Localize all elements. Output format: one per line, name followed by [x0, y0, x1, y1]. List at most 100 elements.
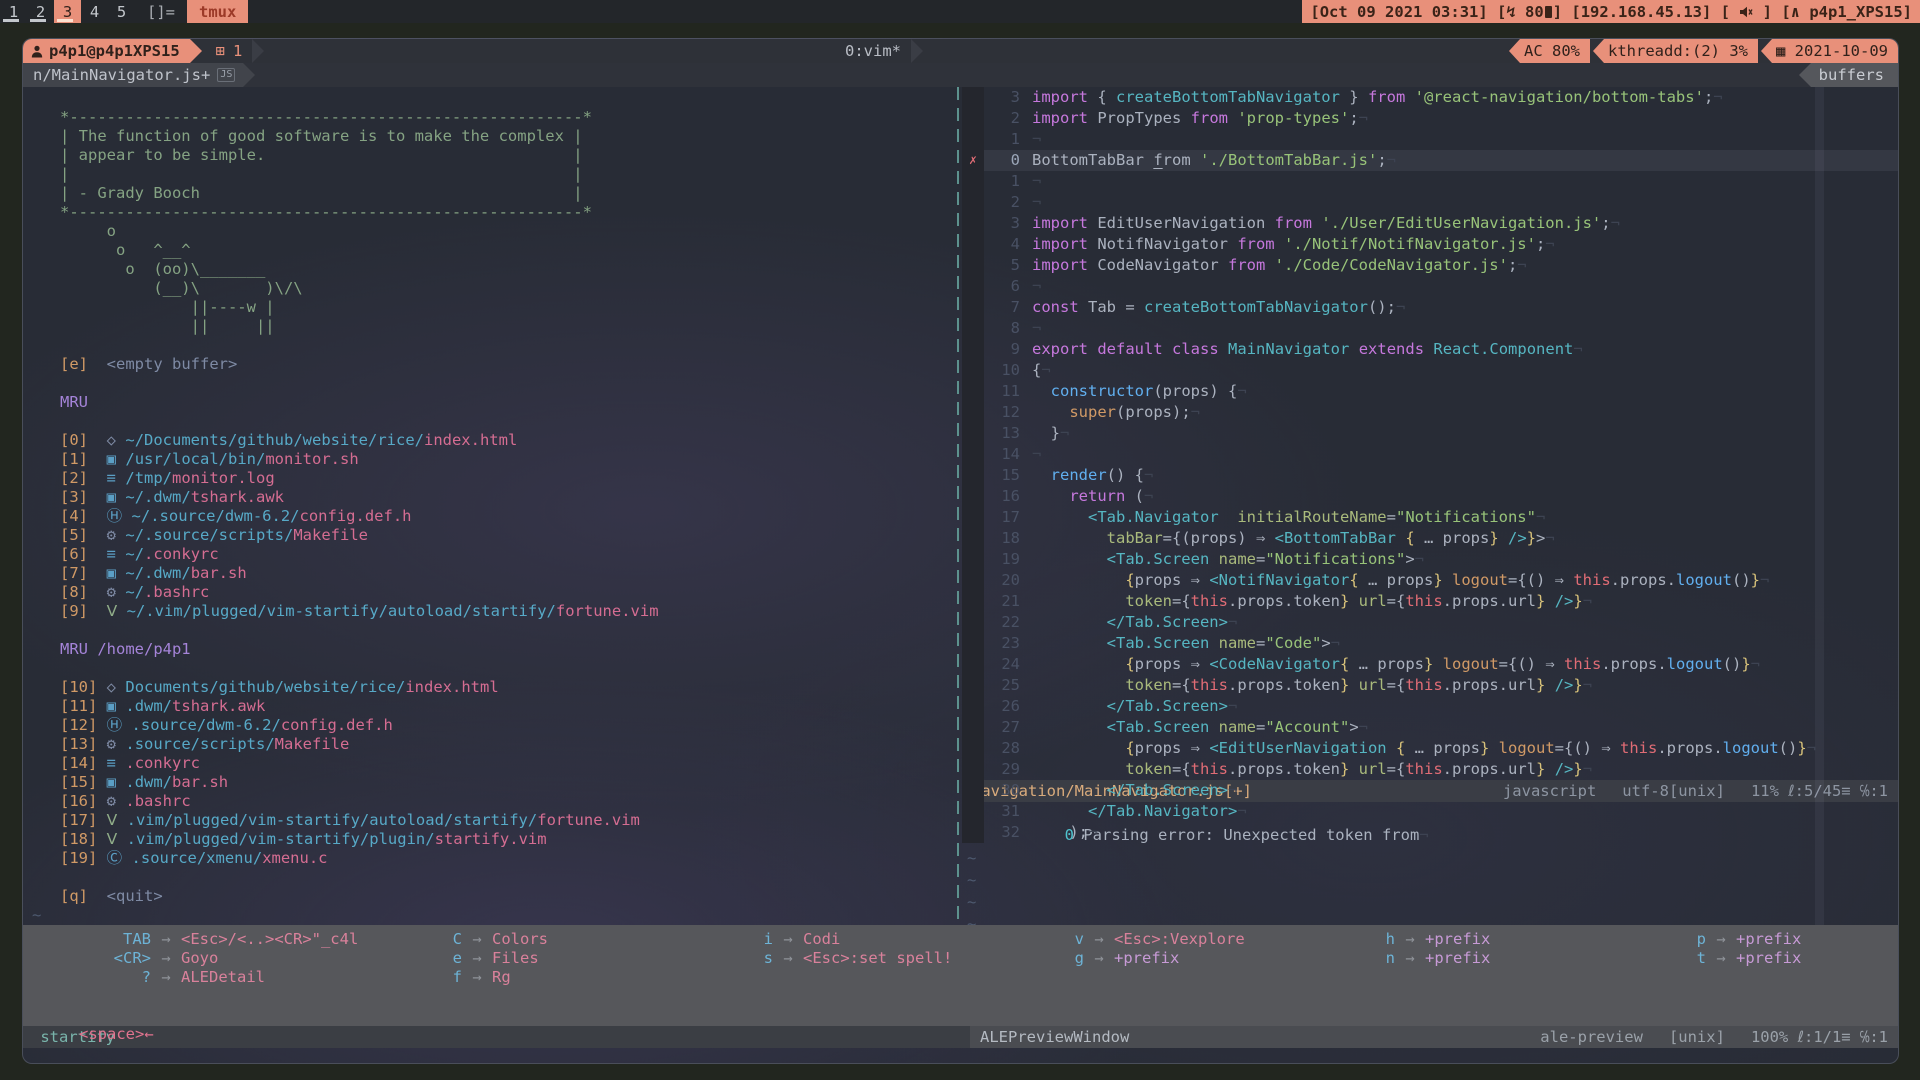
code-text: super(props);¬ — [1032, 402, 1200, 423]
startify-line[interactable]: [8] ⚙ ~/.bashrc — [23, 583, 954, 602]
text-segment: default — [1097, 340, 1162, 358]
startify-line[interactable]: [11] ▣ .dwm/tshark.awk — [23, 697, 954, 716]
startify-line[interactable]: [5] ⚙ ~/.source/scripts/Makefile — [23, 526, 954, 545]
startify-line[interactable]: [18] Ⅴ .vim/plugged/vim-startify/plugin/… — [23, 830, 954, 849]
sign-column — [962, 696, 984, 717]
text-segment: </Tab.Screen> — [1107, 781, 1228, 799]
code-text: import CodeNavigator from './Code/CodeNa… — [1032, 255, 1527, 276]
text-segment: xmenu.c — [262, 849, 327, 867]
line-number: 12 — [984, 402, 1032, 423]
which-key-rows: TAB→<Esc>/<..><CR>"_c4lC→Colorsi→Codiv→<… — [23, 930, 1898, 987]
startify-line[interactable]: [10] ◇ Documents/github/website/rice/ind… — [23, 678, 954, 697]
startify-line[interactable]: [6] ≡ ~/.conkyrc — [23, 545, 954, 564]
startify-line[interactable]: [13] ⚙ .source/scripts/Makefile — [23, 735, 954, 754]
battery-icon — [1545, 6, 1552, 18]
tmux-status-bar: p4p1@p4p1XPS15 ⊞ 1 0:vim* AC 80%kthreadd… — [23, 39, 1898, 63]
text-segment: const — [1032, 298, 1079, 316]
startify-pane[interactable]: *---------------------------------------… — [23, 87, 954, 925]
startify-line[interactable]: [1] ▣ /usr/local/bin/monitor.sh — [23, 450, 954, 469]
text-segment — [116, 697, 125, 715]
code-line: 32 );¬ — [962, 822, 1898, 843]
tab-buffers-label[interactable]: buffers — [1811, 63, 1898, 87]
text-segment — [1265, 256, 1274, 274]
line-number: 18 — [984, 528, 1032, 549]
startify-line[interactable]: [7] ▣ ~/.dwm/bar.sh — [23, 564, 954, 583]
code-pane[interactable]: 3import { createBottomTabNavigator } fro… — [962, 87, 1898, 925]
startify-line[interactable]: [12] Ⓗ .source/dwm-6.2/config.def.h — [23, 716, 954, 735]
text-segment — [97, 830, 106, 848]
workspace-tag-1[interactable]: 1 — [0, 0, 27, 23]
startify-line — [23, 621, 954, 640]
tab-main-navigator[interactable]: n/MainNavigator.js+ JS — [23, 63, 243, 87]
ale-statusline-filetype: ale-preview — [1540, 1026, 1643, 1048]
text-segment: > — [1536, 529, 1545, 547]
text-segment: bar.sh — [172, 773, 228, 791]
powerline-arrow-icon — [252, 39, 264, 63]
text-segment: .bashrc — [125, 792, 190, 810]
code-line: 19 <Tab.Screen name="Notifications">¬ — [962, 549, 1898, 570]
text-segment: ▣ — [107, 564, 116, 582]
line-number: 2 — [984, 192, 1032, 213]
startify-line[interactable]: [17] Ⅴ .vim/plugged/vim-startify/autoloa… — [23, 811, 954, 830]
startify-line[interactable]: [15] ▣ .dwm/bar.sh — [23, 773, 954, 792]
code-text: {props ⇒ <EditUserNavigation { … props} … — [1032, 738, 1816, 759]
tmux-active-window[interactable]: 0:vim* — [835, 39, 923, 63]
text-segment: } — [1573, 592, 1582, 610]
mapping-key: e — [334, 949, 462, 968]
tmux-session-segment[interactable]: p4p1@p4p1XPS15 — [23, 39, 190, 63]
vertical-split-separator[interactable] — [954, 87, 962, 925]
text-segment: rom — [1163, 151, 1200, 169]
text-segment: ={ — [1387, 760, 1406, 778]
text-segment — [1032, 466, 1051, 484]
code-line: 1¬ — [962, 171, 1898, 192]
startify-line[interactable]: [19] Ⓒ .source/xmenu/xmenu.c — [23, 849, 954, 868]
code-text: ¬ — [1032, 276, 1041, 297]
mapping-key: TAB — [23, 930, 151, 949]
startify-line[interactable]: [9] Ⅴ ~/.vim/plugged/vim-startify/autolo… — [23, 602, 954, 621]
code-buffer-window[interactable]: 3import { createBottomTabNavigator } fro… — [962, 87, 1898, 780]
text-segment — [1032, 550, 1107, 568]
workspace-tag-4[interactable]: 4 — [81, 0, 108, 23]
text-segment: name — [1219, 550, 1256, 568]
text-segment: <Tab.Screen — [1107, 634, 1210, 652]
vim-command-line[interactable]: E21: Cannot make changes, 'modifiable' i… — [23, 1048, 1898, 1064]
text-segment: ); — [1032, 823, 1088, 841]
text-segment: ▣ — [107, 773, 116, 791]
text-segment: } — [1573, 676, 1582, 694]
startify-line[interactable]: [4] Ⓗ ~/.source/dwm-6.2/config.def.h — [23, 507, 954, 526]
startify-line — [23, 868, 954, 887]
text-segment: … props — [1415, 529, 1490, 547]
text-segment: logout — [1676, 571, 1732, 589]
startify-line[interactable]: [2] ≡ /tmp/monitor.log — [23, 469, 954, 488]
startify-line: *---------------------------------------… — [23, 108, 954, 127]
startify-line[interactable]: [0] ◇ ~/Documents/github/website/rice/in… — [23, 431, 954, 450]
vim-main-area: *---------------------------------------… — [23, 87, 1898, 925]
code-line: 5import CodeNavigator from './Code/CodeN… — [962, 255, 1898, 276]
tmux-window-item[interactable]: ⊞ 1 — [202, 39, 253, 63]
dwm-layout-symbol[interactable]: []= — [147, 0, 175, 23]
startify-line[interactable]: [q] <quit> — [23, 887, 954, 906]
text-segment: o (oo)\_______ — [32, 260, 265, 278]
workspace-tag-5[interactable]: 5 — [108, 0, 135, 23]
tab-label: n/MainNavigator.js+ — [33, 66, 210, 84]
startify-line[interactable]: [e] <empty buffer> — [23, 355, 954, 374]
workspace-tag-3[interactable]: 3 — [54, 0, 81, 23]
line-number: 1 — [984, 171, 1032, 192]
text-segment — [1032, 529, 1107, 547]
workspace-tag-2[interactable]: 2 — [27, 0, 54, 23]
tmux-right-segments: AC 80%kthreadd:(2) 3%▦ 2021-10-09 — [1506, 39, 1898, 63]
text-segment — [1032, 634, 1107, 652]
right-arrow-icon: → — [151, 930, 181, 949]
grid-icon: ⊞ — [216, 42, 225, 60]
startify-line[interactable]: [16] ⚙ .bashrc — [23, 792, 954, 811]
text-segment: … props — [1359, 571, 1434, 589]
sign-column — [962, 654, 984, 675]
text-segment: || || — [32, 317, 275, 335]
code-line-current: ✗0BottomTabBar from './BottomTabBar.js';… — [962, 150, 1898, 171]
text-segment — [1312, 214, 1321, 232]
tmux-status-segment: AC 80% — [1509, 39, 1590, 63]
startify-line[interactable]: [3] ▣ ~/.dwm/tshark.awk — [23, 488, 954, 507]
text-segment: .props. — [1611, 571, 1676, 589]
tabline-fill — [255, 63, 1798, 87]
startify-line[interactable]: [14] ≡ .conkyrc — [23, 754, 954, 773]
